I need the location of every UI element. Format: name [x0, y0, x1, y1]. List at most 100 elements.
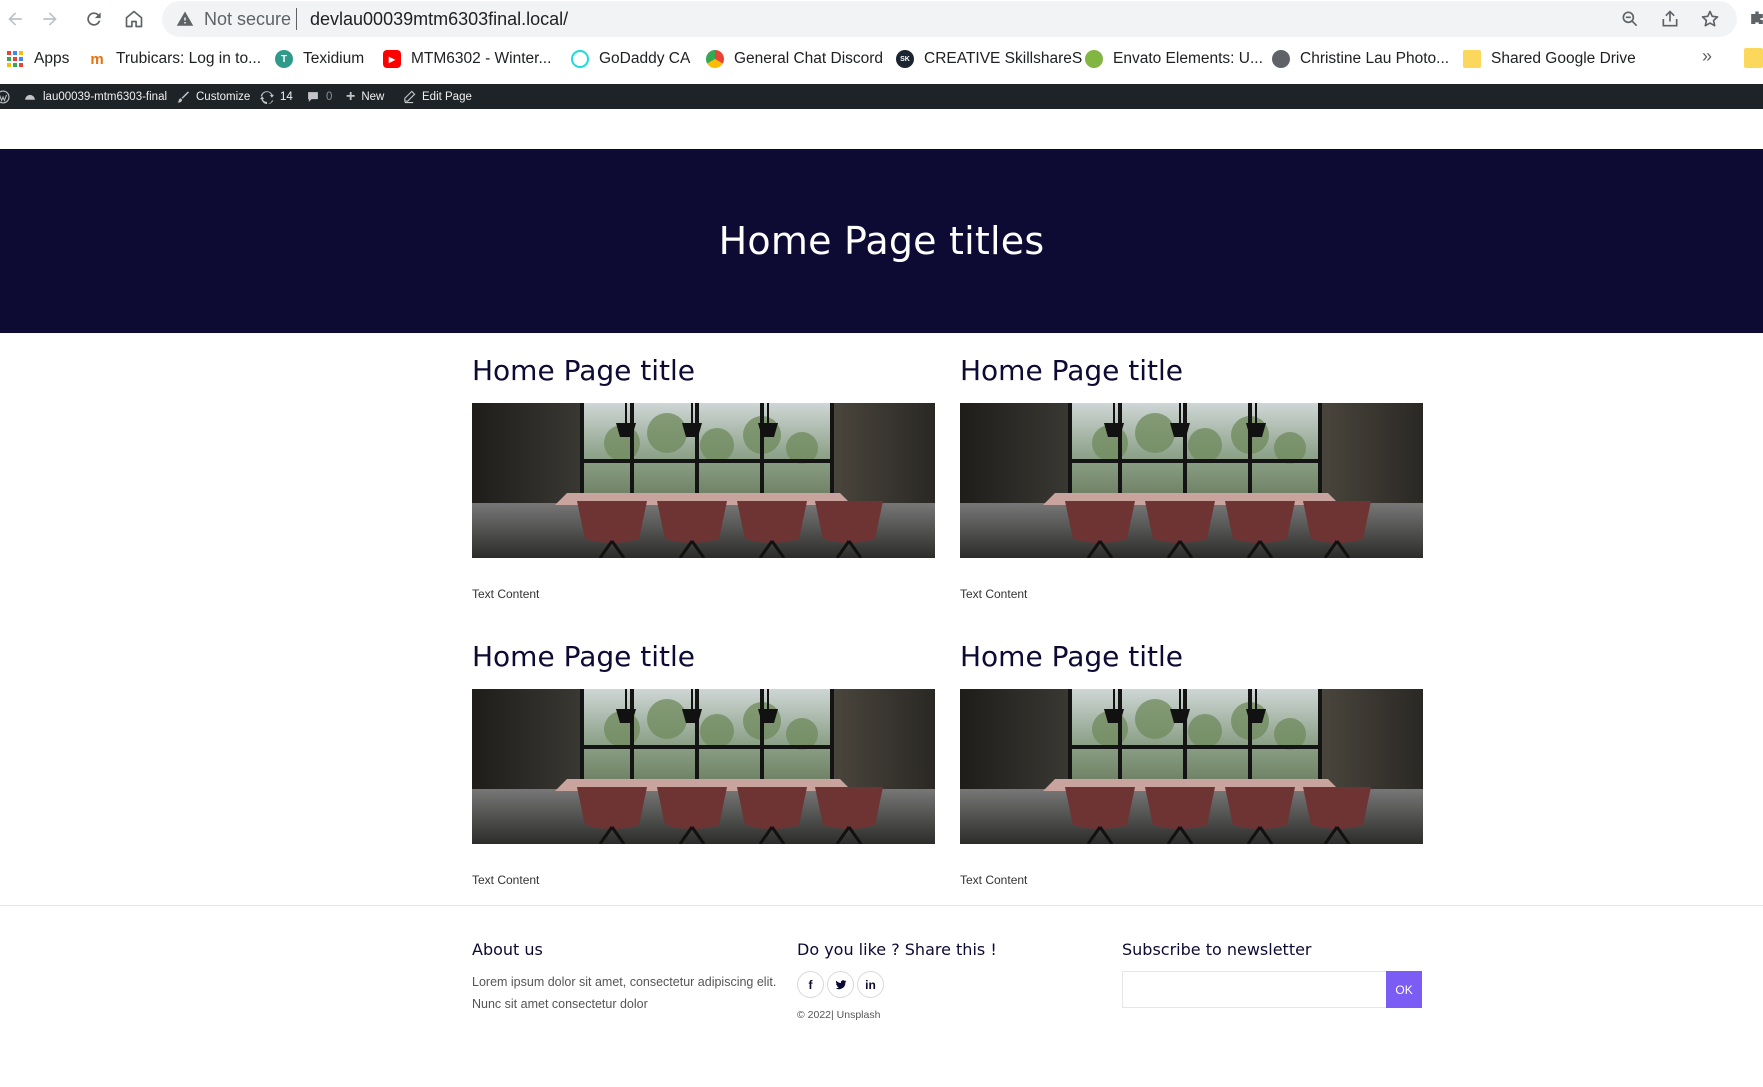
bookmark-skillshare[interactable]: SK CREATIVE SkillshareS [896, 48, 1082, 70]
wp-logo-icon[interactable] [0, 84, 10, 109]
footer-newsletter: Subscribe to newsletter OK [1122, 940, 1422, 1008]
about-title: About us [472, 940, 543, 959]
post-text: Text Content [960, 587, 1028, 601]
share-title: Do you like ? Share this ! [797, 940, 997, 959]
hero-banner: Home Page titles [0, 149, 1763, 333]
youtube-icon: ▶ [383, 50, 401, 68]
browser-toolbar: Not secure devlau00039mtm6303final.local… [0, 0, 1763, 38]
wp-admin-bar: lau00039-mtm6303-final Customize 14 0 + … [0, 84, 1763, 109]
bookmark-trubicars[interactable]: m Trubicars: Log in to... [88, 48, 261, 70]
comment-icon [306, 90, 320, 104]
bookmark-texidium[interactable]: T Texidium [275, 48, 364, 70]
facebook-icon[interactable]: f [797, 971, 824, 998]
address-bar[interactable]: Not secure devlau00039mtm6303final.local… [162, 1, 1737, 37]
envato-icon [1085, 50, 1103, 68]
apps-grid-icon [6, 50, 24, 68]
trubicars-icon: m [90, 50, 104, 68]
warning-icon [176, 11, 194, 26]
copyright-text: © 2022| Unsplash [797, 1009, 881, 1021]
footer-divider [0, 905, 1763, 906]
social-links: f in [797, 971, 1097, 998]
post-title[interactable]: Home Page title [472, 637, 935, 677]
post-card: Home Page title Text Content [960, 637, 1423, 887]
skillshare-icon: SK [896, 50, 914, 68]
comments-count: 0 [326, 90, 333, 103]
extensions-icon[interactable] [1744, 6, 1763, 32]
updates-count: 14 [280, 90, 293, 103]
admin-new[interactable]: + New [346, 84, 384, 109]
security-label[interactable]: Not secure [204, 9, 291, 30]
bookmark-mtm6302[interactable]: ▶ MTM6302 - Winter... [383, 48, 551, 70]
bookmark-label: Shared Google Drive [1491, 50, 1636, 67]
omnibox-separator [296, 8, 297, 30]
godaddy-icon [571, 50, 589, 68]
bookmark-godaddy[interactable]: GoDaddy CA [571, 48, 690, 70]
home-icon[interactable] [121, 6, 147, 32]
post-card: Home Page title Text Content [960, 351, 1423, 601]
about-text: Lorem ipsum dolor sit amet, consectetur … [472, 975, 777, 1011]
bookmark-label: Christine Lau Photo... [1300, 50, 1450, 67]
chrome-icon [706, 50, 724, 68]
share-icon[interactable] [1660, 9, 1680, 29]
new-label: New [361, 90, 385, 103]
bookmark-discord[interactable]: General Chat Discord [706, 48, 883, 70]
post-title[interactable]: Home Page title [960, 351, 1423, 391]
folder-icon [1463, 50, 1481, 68]
twitter-icon[interactable] [827, 971, 854, 998]
footer-share: Do you like ? Share this ! f in © 2022| … [797, 940, 1097, 1021]
bookmark-label: GoDaddy CA [599, 50, 691, 67]
dashboard-icon [23, 90, 37, 104]
post-card: Home Page title Text Content [472, 351, 935, 601]
admin-customize[interactable]: Customize [176, 84, 250, 109]
bookmark-envato[interactable]: Envato Elements: U... [1085, 48, 1263, 70]
post-title[interactable]: Home Page title [472, 351, 935, 391]
site-name-label: lau00039-mtm6303-final [43, 90, 168, 103]
page-title: Home Page titles [718, 219, 1045, 263]
newsletter-form: OK [1122, 971, 1422, 1008]
bookmark-label: CREATIVE SkillshareS [924, 50, 1083, 67]
bookmark-label: Envato Elements: U... [1113, 50, 1263, 67]
brush-icon [176, 90, 190, 104]
back-icon[interactable] [2, 6, 28, 32]
post-image[interactable] [472, 689, 935, 844]
admin-edit-page[interactable]: Edit Page [402, 84, 472, 109]
post-image[interactable] [960, 689, 1423, 844]
admin-comments[interactable]: 0 [306, 84, 332, 109]
bookmark-label: Trubicars: Log in to... [116, 50, 262, 67]
bookmark-star-icon[interactable] [1700, 9, 1720, 29]
updates-icon [260, 90, 274, 104]
bookmark-photo[interactable]: Christine Lau Photo... [1272, 48, 1449, 70]
post-image[interactable] [472, 403, 935, 558]
admin-site-name[interactable]: lau00039-mtm6303-final [23, 84, 167, 109]
texidium-icon: T [275, 50, 293, 68]
linkedin-icon[interactable]: in [857, 971, 884, 998]
post-title[interactable]: Home Page title [960, 637, 1423, 677]
bookmarks-more-icon[interactable]: » [1702, 46, 1712, 67]
post-card: Home Page title Text Content [472, 637, 935, 887]
bookmark-drive[interactable]: Shared Google Drive [1463, 48, 1636, 70]
post-text: Text Content [472, 587, 540, 601]
post-text: Text Content [472, 873, 540, 887]
newsletter-title: Subscribe to newsletter [1122, 940, 1312, 959]
customize-label: Customize [196, 90, 251, 103]
bookmark-label: MTM6302 - Winter... [411, 50, 552, 67]
other-bookmarks-folder-icon[interactable] [1744, 48, 1763, 68]
plus-icon: + [346, 87, 356, 105]
globe-icon [1272, 50, 1290, 68]
forward-icon[interactable] [37, 6, 63, 32]
bookmark-label: General Chat Discord [734, 50, 884, 67]
bookmark-apps[interactable]: Apps [6, 48, 69, 70]
footer-about: About us Lorem ipsum dolor sit amet, con… [472, 940, 777, 1015]
bookmark-label: Apps [34, 50, 70, 67]
newsletter-submit-button[interactable]: OK [1386, 971, 1422, 1008]
bookmarks-bar: Apps m Trubicars: Log in to... T Texidiu… [0, 40, 1763, 78]
reload-icon[interactable] [81, 6, 107, 32]
url-text[interactable]: devlau00039mtm6303final.local/ [310, 9, 568, 30]
zoom-icon[interactable] [1620, 9, 1640, 29]
bookmark-label: Texidium [303, 50, 365, 67]
edit-page-label: Edit Page [422, 90, 472, 103]
post-image[interactable] [960, 403, 1423, 558]
admin-updates[interactable]: 14 [260, 84, 293, 109]
newsletter-email-input[interactable] [1122, 971, 1387, 1008]
pencil-icon [402, 90, 416, 104]
